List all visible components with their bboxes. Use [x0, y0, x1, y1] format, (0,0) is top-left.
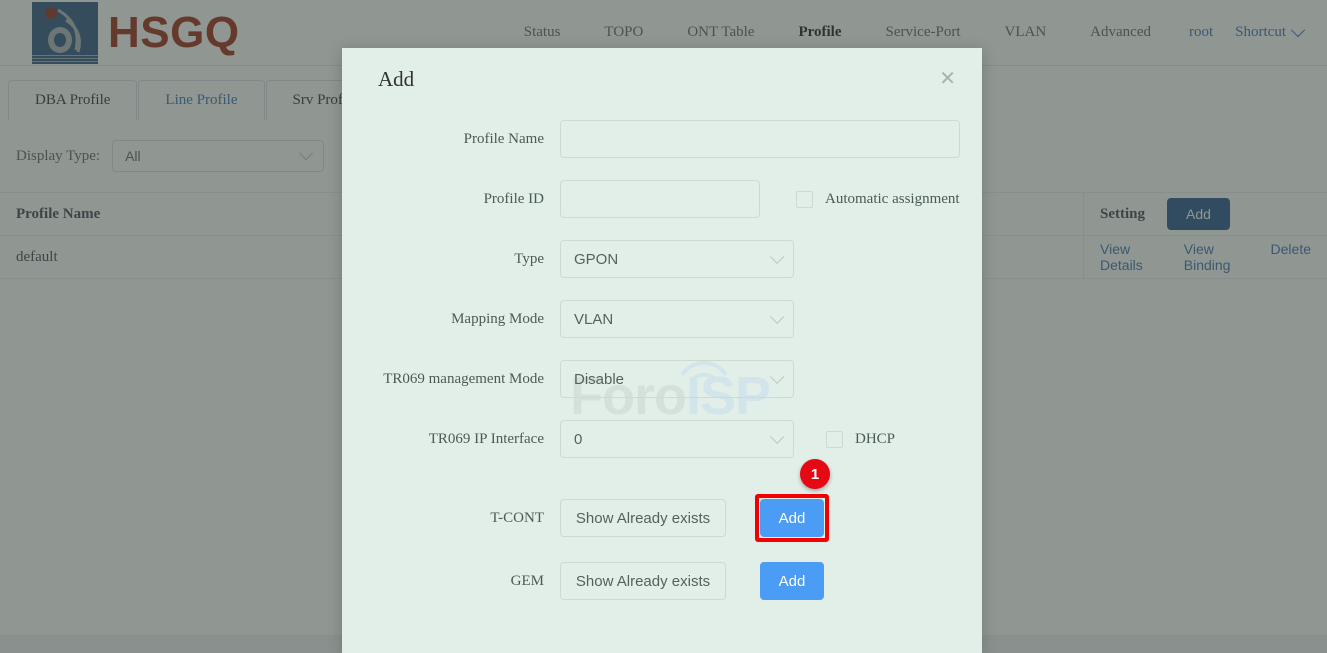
dialog-body: ForoISP Profile Name Profile ID Automati…	[342, 110, 982, 600]
field-row-tr069-management-mode: TR069 management Mode Disable	[342, 360, 982, 398]
profile-id-label: Profile ID	[483, 190, 544, 207]
field-row-mapping-mode: Mapping Mode VLAN	[342, 300, 982, 338]
automatic-assignment-checkbox[interactable]	[796, 190, 813, 208]
chevron-down-icon	[770, 249, 785, 264]
tr069-ip-interface-value: 0	[574, 430, 583, 448]
type-select[interactable]: GPON	[560, 240, 794, 278]
dialog-header: Add ✕	[342, 48, 982, 110]
mapping-mode-value: VLAN	[574, 310, 614, 328]
automatic-assignment-checkbox-wrap[interactable]: Automatic assignment	[796, 190, 960, 208]
tcont-add-button[interactable]: Add	[760, 499, 824, 537]
chevron-down-icon	[770, 309, 785, 324]
tcont-show-existing-button[interactable]: Show Already exists	[560, 499, 726, 537]
field-row-tr069-ip-interface: TR069 IP Interface 0 DHCP	[342, 420, 982, 458]
field-row-profile-name: Profile Name	[342, 120, 982, 158]
mapping-mode-label: Mapping Mode	[451, 310, 544, 327]
type-label: Type	[514, 250, 544, 267]
tcont-add-highlight: Add 1	[755, 459, 830, 542]
dhcp-label: DHCP	[855, 430, 896, 447]
field-row-type: Type GPON	[342, 240, 982, 278]
add-line-profile-dialog: Add ✕ ForoISP Profile Name Profile ID Au…	[342, 48, 982, 653]
field-row-profile-id: Profile ID Automatic assignment	[342, 180, 982, 218]
tr069-management-mode-select[interactable]: Disable	[560, 360, 794, 398]
tr069-management-mode-value: Disable	[574, 370, 625, 388]
profile-name-label: Profile Name	[463, 130, 544, 147]
tcont-label: T-CONT	[490, 509, 544, 526]
dhcp-checkbox-wrap[interactable]: DHCP	[826, 430, 896, 448]
type-value: GPON	[574, 250, 619, 268]
automatic-assignment-label: Automatic assignment	[825, 190, 960, 207]
tr069-management-mode-label: TR069 management Mode	[383, 370, 544, 387]
step-badge-1: 1	[800, 459, 830, 489]
gem-add-button[interactable]: Add	[760, 562, 824, 600]
chevron-down-icon	[770, 429, 785, 444]
profile-id-input[interactable]	[560, 180, 760, 218]
mapping-mode-select[interactable]: VLAN	[560, 300, 794, 338]
tr069-ip-interface-label: TR069 IP Interface	[428, 430, 544, 447]
gem-label: GEM	[510, 572, 544, 589]
chevron-down-icon	[770, 369, 785, 384]
field-row-gem: GEM Show Already exists Add	[342, 562, 982, 600]
gem-show-existing-button[interactable]: Show Already exists	[560, 562, 726, 600]
tr069-ip-interface-select[interactable]: 0	[560, 420, 794, 458]
dhcp-checkbox[interactable]	[826, 430, 843, 448]
close-icon[interactable]: ✕	[933, 65, 962, 93]
dialog-title: Add	[378, 66, 415, 91]
profile-name-input[interactable]	[560, 120, 960, 158]
field-row-tcont: T-CONT Show Already exists Add 1	[342, 459, 982, 542]
